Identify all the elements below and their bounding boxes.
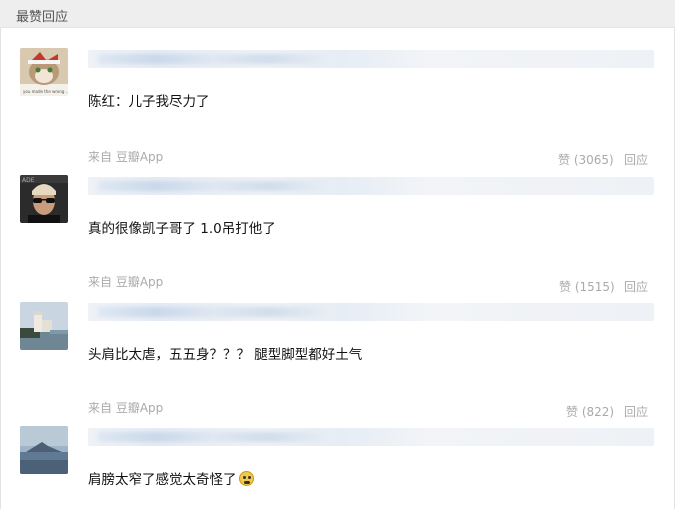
comment-text: 真的很像凯子哥了 1.0吊打他了 (88, 221, 276, 237)
section-header: 最赞回应 (0, 0, 675, 28)
comment-text-body: 肩膀太窄了感觉太奇怪了 (88, 472, 237, 488)
blurred-username (88, 303, 654, 321)
mountain-lake-avatar[interactable] (20, 426, 68, 474)
comment-item: 肩膀太窄了感觉太奇怪了 (0, 406, 675, 509)
blurred-username (88, 428, 654, 446)
comment-item: you made the wrong ... 陈红：儿子我尽力了 (0, 28, 675, 138)
svg-text:you made the wrong ...: you made the wrong ... (23, 89, 68, 94)
grimace-emoji-icon (238, 471, 254, 486)
comment-text: 陈红：儿子我尽力了 (88, 94, 210, 110)
comment-text: 肩膀太窄了感觉太奇怪了 (88, 468, 254, 488)
castle-seaside-avatar[interactable] (20, 302, 68, 350)
comment-item: ADE 真的很像凯子哥了 1.0吊打他了 (0, 156, 675, 266)
cat-with-hat-avatar[interactable]: you made the wrong ... (20, 48, 68, 96)
comment-text: 头肩比太虐，五五身？？？ 腿型脚型都好土气 (88, 347, 363, 363)
svg-text:ADE: ADE (22, 177, 35, 184)
blurred-username (88, 177, 654, 195)
man-sunglasses-avatar[interactable]: ADE (20, 175, 68, 223)
comment-item: 头肩比太虐，五五身？？？ 腿型脚型都好土气 (0, 282, 675, 392)
blurred-username (88, 50, 654, 68)
section-title: 最赞回应 (16, 10, 69, 25)
